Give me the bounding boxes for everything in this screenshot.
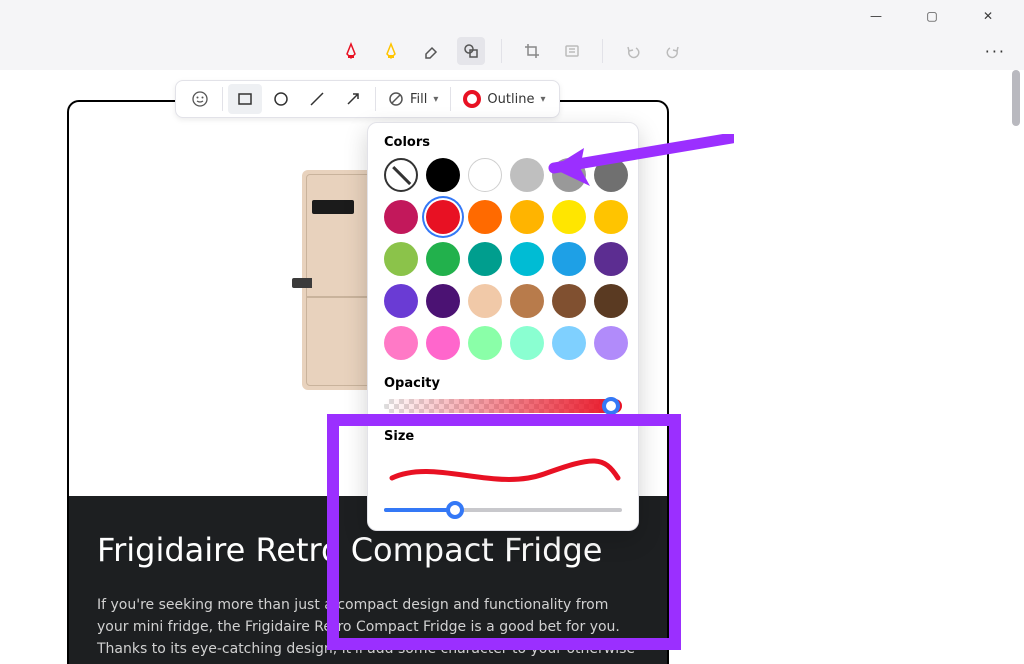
rectangle-shape-icon[interactable] xyxy=(228,84,262,114)
color-swatch[interactable] xyxy=(468,158,502,192)
color-swatch[interactable] xyxy=(552,284,586,318)
arrow-shape-icon[interactable] xyxy=(336,84,370,114)
fill-label: Fill xyxy=(410,92,427,107)
shapes-tool-icon[interactable] xyxy=(457,37,485,65)
highlight-annotation-box xyxy=(327,414,681,650)
fill-dropdown[interactable]: Fill ▾ xyxy=(380,84,446,114)
color-swatch[interactable] xyxy=(426,158,460,192)
color-swatch[interactable] xyxy=(426,326,460,360)
color-swatch[interactable] xyxy=(510,284,544,318)
color-swatch[interactable] xyxy=(384,242,418,276)
emoji-icon[interactable] xyxy=(183,84,217,114)
color-swatch[interactable] xyxy=(468,284,502,318)
highlighter-tool-icon[interactable] xyxy=(377,37,405,65)
arrow-annotation-icon xyxy=(544,134,734,194)
color-swatch[interactable] xyxy=(594,200,628,234)
color-swatch[interactable] xyxy=(468,200,502,234)
minimize-button[interactable]: — xyxy=(858,0,894,32)
color-swatch[interactable] xyxy=(426,242,460,276)
color-swatch[interactable] xyxy=(426,200,460,234)
line-shape-icon[interactable] xyxy=(300,84,334,114)
outline-label: Outline xyxy=(487,92,534,107)
toolbar-separator xyxy=(501,39,502,63)
titlebar: — ▢ ✕ xyxy=(0,0,1024,32)
opacity-heading: Opacity xyxy=(384,376,622,391)
color-swatch[interactable] xyxy=(384,158,418,192)
color-swatch[interactable] xyxy=(552,326,586,360)
color-swatch[interactable] xyxy=(510,326,544,360)
close-button[interactable]: ✕ xyxy=(970,0,1006,32)
circle-shape-icon[interactable] xyxy=(264,84,298,114)
opacity-slider-thumb[interactable] xyxy=(602,397,620,415)
canvas-area: Frigidaire Retro Compact Fridge If you'r… xyxy=(0,70,1024,664)
color-swatch[interactable] xyxy=(510,158,544,192)
color-swatch[interactable] xyxy=(594,326,628,360)
color-swatch[interactable] xyxy=(552,242,586,276)
color-swatch[interactable] xyxy=(594,242,628,276)
color-swatch[interactable] xyxy=(384,200,418,234)
chevron-down-icon: ▾ xyxy=(540,94,545,105)
outline-dropdown[interactable]: Outline ▾ xyxy=(455,84,553,114)
eraser-tool-icon[interactable] xyxy=(417,37,445,65)
color-swatch[interactable] xyxy=(510,242,544,276)
pen-tool-icon[interactable] xyxy=(337,37,365,65)
outline-color-icon xyxy=(463,90,481,108)
chevron-down-icon: ▾ xyxy=(433,94,438,105)
opacity-slider[interactable] xyxy=(384,399,622,413)
shapes-options-toolbar: Fill ▾ Outline ▾ xyxy=(175,80,560,118)
color-swatch[interactable] xyxy=(510,200,544,234)
color-swatch[interactable] xyxy=(384,284,418,318)
maximize-button[interactable]: ▢ xyxy=(914,0,950,32)
color-swatch[interactable] xyxy=(594,284,628,318)
text-extract-tool-icon[interactable] xyxy=(558,37,586,65)
color-swatch[interactable] xyxy=(552,200,586,234)
main-toolbar: ··· xyxy=(0,32,1024,70)
crop-tool-icon[interactable] xyxy=(518,37,546,65)
color-swatch[interactable] xyxy=(468,242,502,276)
color-swatch[interactable] xyxy=(426,284,460,318)
more-options-icon[interactable]: ··· xyxy=(985,42,1006,61)
color-swatch[interactable] xyxy=(468,326,502,360)
toolbar-separator xyxy=(602,39,603,63)
vertical-scrollbar[interactable] xyxy=(1012,70,1020,126)
redo-icon[interactable] xyxy=(659,37,687,65)
color-swatch[interactable] xyxy=(384,326,418,360)
no-fill-icon xyxy=(388,91,404,107)
undo-icon[interactable] xyxy=(619,37,647,65)
